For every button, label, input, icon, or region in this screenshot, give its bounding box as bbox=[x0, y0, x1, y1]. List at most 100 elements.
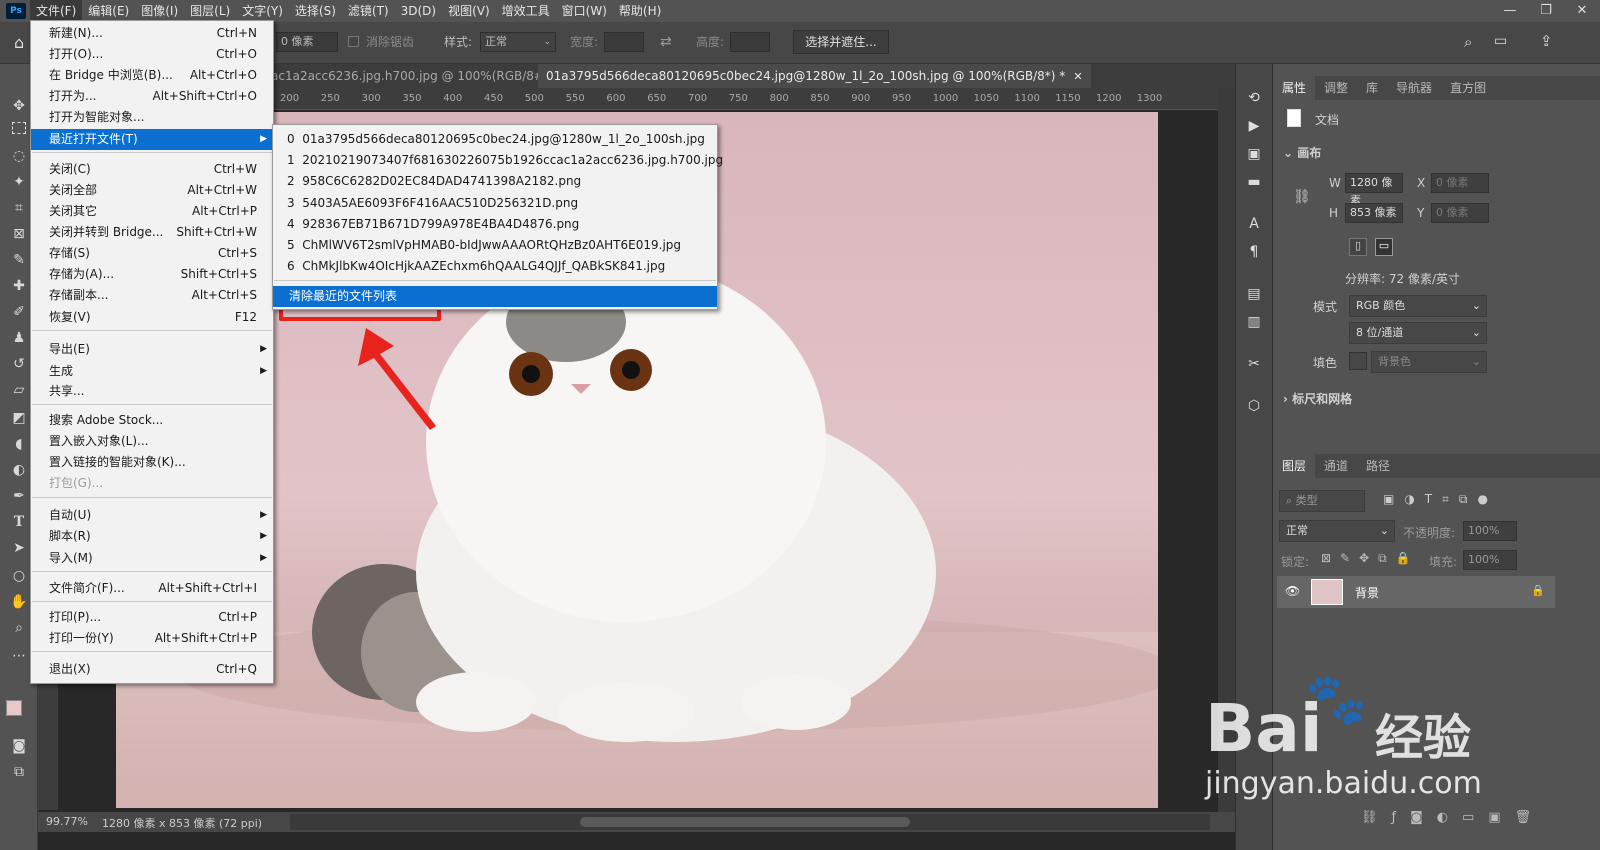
tab-paths[interactable]: 路径 bbox=[1357, 454, 1399, 478]
recent-file-item[interactable]: 4 928367EB71B671D799A978E4BA4D4876.png bbox=[273, 214, 717, 235]
paragraph-icon[interactable]: ¶ bbox=[1244, 242, 1264, 262]
close-icon[interactable]: ✕ bbox=[1073, 70, 1082, 83]
character-icon[interactable]: A bbox=[1244, 214, 1264, 234]
recent-file-item[interactable]: 1 20210219073407f681630226075b1926ccac1a… bbox=[273, 150, 723, 171]
glyphs-icon[interactable]: ▤ bbox=[1244, 284, 1264, 304]
fill-select[interactable]: 背景色 ⌄ bbox=[1371, 351, 1487, 373]
share-icon[interactable]: ⇪ bbox=[1540, 32, 1553, 50]
tab-adjustments[interactable]: 调整 bbox=[1315, 76, 1357, 100]
zoom-tool-icon[interactable]: ⌕ bbox=[9, 618, 29, 638]
clear-recent-files-item[interactable]: 清除最近的文件列表 bbox=[273, 286, 717, 307]
menu-3d[interactable]: 3D(D) bbox=[395, 0, 442, 22]
landscape-icon[interactable]: ▭ bbox=[1375, 238, 1393, 256]
horizontal-scrollbar[interactable] bbox=[290, 814, 1210, 830]
foreground-color-swatch[interactable] bbox=[6, 700, 22, 716]
file-menu-item[interactable]: 存储为(A)... Shift+Ctrl+S bbox=[31, 264, 273, 285]
recent-file-item[interactable]: 5 ChMlWV6T2smlVpHMAB0-bIdJwwAAAORtQHzBz0… bbox=[273, 235, 717, 256]
marquee-tool-icon[interactable] bbox=[12, 122, 26, 134]
more-tools-icon[interactable]: ⋯ bbox=[9, 646, 29, 666]
plugin-icon[interactable]: ▣ bbox=[1244, 144, 1264, 164]
file-menu-item[interactable]: 打印(P)... Ctrl+P bbox=[31, 607, 273, 628]
quick-mask-icon[interactable]: ◙ bbox=[9, 736, 29, 756]
file-menu-item[interactable]: 在 Bridge 中浏览(B)... Alt+Ctrl+O bbox=[31, 65, 273, 86]
canvas-section[interactable]: ⌄ 画布 bbox=[1283, 144, 1321, 161]
file-menu-item[interactable]: 关闭(C) Ctrl+W bbox=[31, 159, 273, 180]
menu-view[interactable]: 视图(V) bbox=[442, 0, 496, 22]
dodge-tool-icon[interactable]: ◐ bbox=[9, 460, 29, 480]
opacity-field[interactable]: 100% bbox=[1463, 521, 1517, 541]
file-menu-item[interactable]: 最近打开文件(T) ▶ bbox=[31, 129, 273, 150]
3d-icon[interactable]: ⬡ bbox=[1244, 396, 1264, 416]
history-icon[interactable]: ⟲ bbox=[1244, 88, 1264, 108]
document-info[interactable]: 1280 像素 x 853 像素 (72 ppi) bbox=[102, 815, 262, 831]
file-menu-item[interactable]: 脚本(R) ▶ bbox=[31, 526, 273, 547]
tab-libraries[interactable]: 库 bbox=[1357, 76, 1387, 100]
depth-select[interactable]: 8 位/通道 ⌄ bbox=[1349, 322, 1487, 344]
home-icon[interactable]: ⌂ bbox=[14, 33, 24, 52]
y-field[interactable]: 0 像素 bbox=[1431, 203, 1489, 223]
recent-file-item[interactable]: 6 ChMkJlbKw4OIcHjkAAZEchxm6hQAALG4QJJf_Q… bbox=[273, 256, 717, 277]
layer-name[interactable]: 背景 bbox=[1355, 584, 1379, 601]
screen-mode-icon[interactable]: ⧉ bbox=[9, 762, 29, 782]
fill-swatch[interactable] bbox=[1349, 352, 1367, 370]
x-field[interactable]: 0 像素 bbox=[1431, 173, 1489, 193]
menu-file[interactable]: 文件(F) bbox=[30, 0, 83, 22]
path-select-icon[interactable]: ➤ bbox=[9, 538, 29, 558]
frame-tool-icon[interactable]: ⊠ bbox=[9, 224, 29, 244]
file-menu-item[interactable]: 关闭其它 Alt+Ctrl+P bbox=[31, 201, 273, 222]
style-select[interactable]: 正常 ⌄ bbox=[480, 32, 556, 52]
ellipse-tool-icon[interactable]: ○ bbox=[9, 566, 29, 586]
file-menu-item[interactable]: 恢复(V) F12 bbox=[31, 307, 273, 328]
file-menu-item[interactable]: 打开为智能对象... bbox=[31, 107, 273, 128]
zoom-level[interactable]: 99.77% bbox=[46, 815, 88, 828]
menu-edit[interactable]: 编辑(E) bbox=[82, 0, 135, 22]
workspace-icon[interactable]: ▭ bbox=[1494, 33, 1507, 49]
layer-row[interactable]: 👁 背景 🔒 bbox=[1277, 576, 1555, 608]
stamp-tool-icon[interactable]: ♟ bbox=[9, 328, 29, 348]
blend-mode-select[interactable]: 正常 ⌄ bbox=[1279, 520, 1395, 542]
file-menu-item[interactable]: 导出(E) ▶ bbox=[31, 339, 273, 360]
actions-play-icon[interactable]: ▶ bbox=[1244, 116, 1264, 136]
anti-alias-checkbox[interactable] bbox=[348, 36, 359, 47]
comments-icon[interactable]: ▬ bbox=[1244, 172, 1264, 192]
search-icon[interactable]: ⌕ bbox=[1464, 33, 1472, 51]
file-menu-item[interactable]: 文件简介(F)... Alt+Shift+Ctrl+I bbox=[31, 578, 273, 599]
swap-icon[interactable]: ⇄ bbox=[660, 34, 672, 50]
tab-histogram[interactable]: 直方图 bbox=[1441, 76, 1495, 100]
file-menu-item[interactable]: 导入(M) ▶ bbox=[31, 548, 273, 569]
file-menu-item[interactable]: 共享... bbox=[31, 381, 273, 402]
rulers-section[interactable]: › 标尺和网格 bbox=[1283, 390, 1352, 407]
menu-plugins[interactable]: 增效工具 bbox=[496, 0, 556, 22]
file-menu-item[interactable]: 存储副本... Alt+Ctrl+S bbox=[31, 285, 273, 306]
type-tool-icon[interactable]: T bbox=[9, 512, 29, 532]
hand-tool-icon[interactable]: ✋ bbox=[9, 592, 29, 612]
crop-tool-icon[interactable]: ⌗ bbox=[9, 198, 29, 218]
menu-help[interactable]: 帮助(H) bbox=[613, 0, 667, 22]
pen-tool-icon[interactable]: ✒ bbox=[9, 486, 29, 506]
mode-select[interactable]: RGB 颜色 ⌄ bbox=[1349, 295, 1487, 317]
portrait-icon[interactable]: ▯ bbox=[1349, 238, 1367, 256]
tab-channels[interactable]: 通道 bbox=[1315, 454, 1357, 478]
minimize-button[interactable]: — bbox=[1492, 0, 1528, 22]
scrollbar-thumb[interactable] bbox=[580, 817, 910, 827]
menu-type[interactable]: 文字(Y) bbox=[236, 0, 289, 22]
recent-file-item[interactable]: 3 5403A5AE6093F6F416AAC510D256321D.png bbox=[273, 193, 717, 214]
layer-filter-select[interactable]: ⌕ 类型 bbox=[1279, 490, 1365, 512]
menu-filter[interactable]: 滤镜(T) bbox=[342, 0, 395, 22]
file-menu-item[interactable]: 存储(S) Ctrl+S bbox=[31, 243, 273, 264]
layer-filter-icons[interactable]: ▣◑T⌗⧉● bbox=[1383, 492, 1498, 507]
move-tool-icon[interactable]: ✥ bbox=[9, 96, 29, 116]
feather-input[interactable]: 0 像素 bbox=[276, 32, 338, 52]
recent-file-item[interactable]: 0 01a3795d566deca80120695c0bec24.jpg@128… bbox=[273, 129, 717, 150]
menu-layer[interactable]: 图层(L) bbox=[184, 0, 236, 22]
file-menu-item[interactable]: 退出(X) Ctrl+Q bbox=[31, 659, 273, 680]
tab-properties[interactable]: 属性 bbox=[1273, 76, 1316, 100]
menu-image[interactable]: 图像(I) bbox=[135, 0, 184, 22]
file-menu-item[interactable]: 置入链接的智能对象(K)... bbox=[31, 452, 273, 473]
width-field[interactable]: 1280 像素 bbox=[1345, 173, 1403, 207]
brush-tool-icon[interactable]: ✐ bbox=[9, 302, 29, 322]
tab-layers[interactable]: 图层 bbox=[1273, 454, 1316, 478]
healing-brush-icon[interactable]: ✚ bbox=[9, 276, 29, 296]
tab-document-2[interactable]: ac1a2acc6236.jpg.h700.jpg @ 100%(RGB/8#)… bbox=[263, 64, 574, 88]
recent-file-item[interactable]: 2 958C6C6282D02EC84DAD4741398A2182.png bbox=[273, 171, 717, 192]
